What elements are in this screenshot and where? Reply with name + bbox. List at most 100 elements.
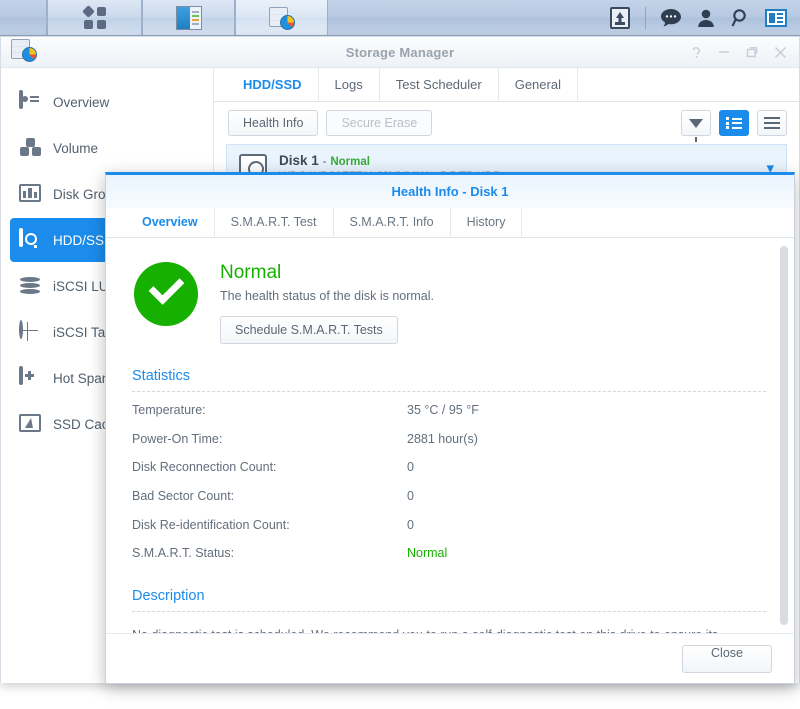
detail-view-button[interactable] <box>719 110 749 136</box>
table-row: S.M.A.R.T. Status: Normal <box>128 539 766 568</box>
sidebar-item-volume[interactable]: Volume <box>10 126 204 170</box>
dsm-taskbar <box>0 0 800 36</box>
main-menu-button[interactable] <box>47 0 142 35</box>
chat-bubble-icon <box>661 8 681 26</box>
taskbar-left-group <box>0 0 328 35</box>
sidebar-item-label: Volume <box>53 140 99 156</box>
statistics-table: Temperature: 35 °C / 95 °F Power-On Time… <box>128 396 766 568</box>
filter-icon <box>689 118 703 142</box>
close-button[interactable] <box>767 40 793 64</box>
health-info-dialog: Health Info - Disk 1 Overview S.M.A.R.T.… <box>105 172 795 684</box>
description-heading: Description <box>132 588 766 612</box>
status-badge: Normal <box>330 155 370 168</box>
volume-icon <box>19 137 42 159</box>
schedule-smart-tests-button[interactable]: Schedule S.M.A.R.T. Tests <box>220 316 398 344</box>
stat-value: 0 <box>407 489 414 504</box>
stat-key: Bad Sector Count: <box>132 489 235 504</box>
upload-queue-button[interactable] <box>604 1 636 35</box>
scrollbar-thumb[interactable] <box>780 246 788 625</box>
stat-key: Temperature: <box>132 403 206 418</box>
taskbar-right-group <box>604 0 800 35</box>
dialog-scrollbar[interactable] <box>780 246 788 625</box>
dialog-header: Health Info - Disk 1 <box>106 175 794 208</box>
dialog-title: Health Info - Disk 1 <box>391 184 509 199</box>
stat-value: 35 °C / 95 °F <box>407 403 479 418</box>
disk-group-icon <box>19 183 42 205</box>
health-info-button[interactable]: Health Info <box>228 110 319 136</box>
hot-spare-icon <box>19 365 42 389</box>
table-row: Disk Re-identification Count: 0 <box>128 510 766 539</box>
stat-value: 2881 hour(s) <box>407 431 478 446</box>
list-view-button[interactable] <box>757 110 787 136</box>
lun-icon <box>19 276 42 297</box>
hdd-icon <box>19 227 42 251</box>
disk-title: Disk 1 - Normal <box>279 153 502 168</box>
taskbar-edge <box>0 0 47 35</box>
stat-value: Normal <box>407 546 448 561</box>
dialog-body: Normal The health status of the disk is … <box>106 238 794 633</box>
widgets-button[interactable] <box>760 1 792 35</box>
tab-test-scheduler[interactable]: Test Scheduler <box>380 68 499 101</box>
overview-icon <box>19 89 42 113</box>
sidebar-item-overview[interactable]: Overview <box>10 80 204 124</box>
widget-icon <box>765 8 787 27</box>
tab-smart-test[interactable]: S.M.A.R.T. Test <box>215 208 334 237</box>
tab-logs[interactable]: Logs <box>319 68 380 101</box>
sidebar-item-label: Overview <box>53 94 110 110</box>
ssd-cache-icon <box>19 413 42 435</box>
notifications-button[interactable] <box>655 1 687 35</box>
screen: Storage Manager Overview Volume Disk Gro… <box>0 0 800 709</box>
list-view-icon <box>764 117 780 129</box>
table-row: Temperature: 35 °C / 95 °F <box>128 396 766 425</box>
magnifier-icon <box>731 8 746 26</box>
disk-name: Disk 1 <box>279 152 319 168</box>
stat-key: S.M.A.R.T. Status: <box>132 546 235 561</box>
dialog-tabs: Overview S.M.A.R.T. Test S.M.A.R.T. Info… <box>106 208 794 238</box>
upload-icon <box>610 6 630 29</box>
table-row: Disk Reconnection Count: 0 <box>128 453 766 482</box>
user-options-button[interactable] <box>690 1 722 35</box>
search-button[interactable] <box>725 1 757 35</box>
close-dialog-button[interactable]: Close <box>682 644 772 673</box>
stat-key: Power-On Time: <box>132 431 223 446</box>
table-row: Power-On Time: 2881 hour(s) <box>128 425 766 454</box>
maximize-button[interactable] <box>739 40 765 64</box>
taskbar-divider <box>645 6 646 29</box>
health-status-block: Normal The health status of the disk is … <box>128 256 766 344</box>
content-tabs: HDD/SSD Logs Test Scheduler General <box>214 68 799 102</box>
package-icon <box>175 5 202 30</box>
status-title: Normal <box>220 262 282 283</box>
taskbar-item-storage-manager[interactable] <box>235 0 328 35</box>
window-controls <box>683 40 793 64</box>
taskbar-item-package-center[interactable] <box>142 0 235 35</box>
stat-key: Disk Re-identification Count: <box>132 517 290 532</box>
content-toolbar: Health Info Secure Erase <box>214 102 799 144</box>
target-icon <box>19 319 42 343</box>
person-icon <box>698 9 714 27</box>
tab-general[interactable]: General <box>499 68 578 101</box>
check-circle-icon <box>134 262 198 326</box>
grid-icon <box>81 4 106 29</box>
table-row: Bad Sector Count: 0 <box>128 482 766 511</box>
stat-value: 0 <box>407 517 414 532</box>
window-titlebar[interactable]: Storage Manager <box>1 37 799 68</box>
detail-view-icon <box>726 117 742 129</box>
status-description: The health status of the disk is normal. <box>220 289 434 303</box>
disk-separator: - <box>322 153 327 168</box>
help-button[interactable] <box>683 40 709 64</box>
tab-hdd-ssd[interactable]: HDD/SSD <box>229 68 319 101</box>
tab-smart-info[interactable]: S.M.A.R.T. Info <box>334 208 451 237</box>
tab-overview[interactable]: Overview <box>126 208 215 237</box>
window-title: Storage Manager <box>345 44 455 60</box>
dialog-footer: Close <box>106 633 794 683</box>
stat-value: 0 <box>407 460 414 475</box>
filter-button[interactable] <box>681 110 711 142</box>
statistics-heading: Statistics <box>132 368 766 392</box>
secure-erase-button: Secure Erase <box>326 110 433 136</box>
stat-key: Disk Reconnection Count: <box>132 460 277 475</box>
status-text-block: Normal The health status of the disk is … <box>220 262 434 344</box>
taskbar-spacer <box>328 0 604 35</box>
tab-history[interactable]: History <box>451 208 523 237</box>
storage-manager-icon <box>268 6 295 30</box>
minimize-button[interactable] <box>711 40 737 64</box>
